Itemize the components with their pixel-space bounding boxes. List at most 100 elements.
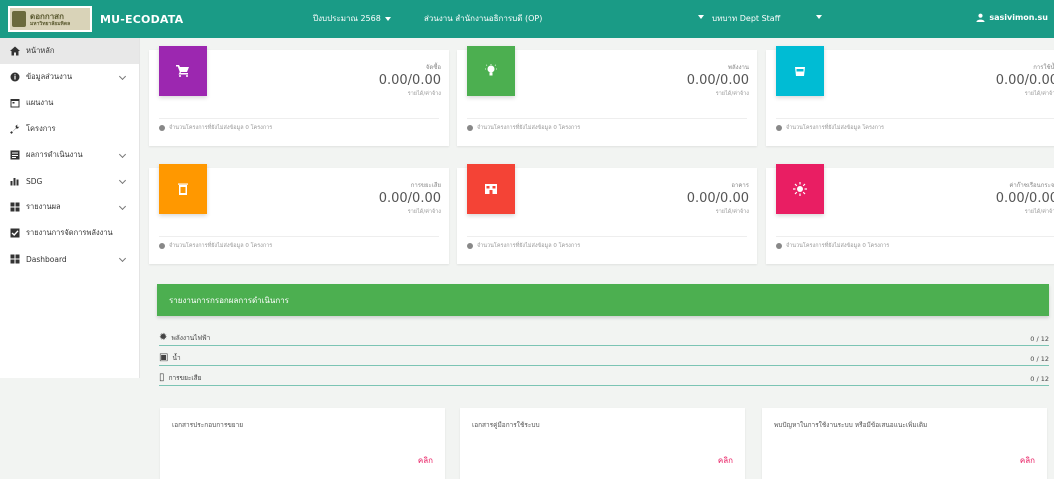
report-panel: รายงานการกรอกผลการดำเนินการ ✹ พลังงานไฟฟ…	[149, 272, 1054, 392]
card-footer: จำนวนโครงการที่ยังไม่ส่งข้อมูล โครงการ	[776, 124, 884, 132]
card-label: ค่าก๊าซเรือนกระจก	[1009, 182, 1054, 189]
stat-card-building[interactable]: อาคาร 0.00/0.00 รายได้/ค่าจ้าง จำนวนโครง…	[457, 164, 757, 264]
building-icon	[467, 164, 515, 214]
docs-card-link[interactable]: คลิก	[418, 454, 433, 467]
card-foot-text: จำนวนโครงการที่ยังไม่ส่งข้อมูล 0 โครงการ	[477, 243, 581, 249]
manual-card-link[interactable]: คลิก	[718, 454, 733, 467]
stat-card-energy[interactable]: พลังงาน 0.00/0.00 รายได้/ค่าจ้าง จำนวนโค…	[457, 46, 757, 146]
chart-icon	[10, 150, 20, 160]
sidebar-item-home[interactable]: หน้าหลัก	[0, 38, 139, 64]
docs-card-title: เอกสารประกอบการขยาย	[172, 421, 244, 429]
report-row-water[interactable]: ▣ น้ำ 0 / 12	[159, 350, 1049, 366]
card-sub: รายได้/ค่าจ้าง	[407, 209, 441, 215]
report-row-count: 0 / 12	[1030, 375, 1049, 383]
card-sub: รายได้/ค่าจ้าง	[715, 209, 749, 215]
info-dot-icon	[467, 125, 473, 131]
card-label: อาคาร	[731, 182, 749, 189]
card-value: 0.00/0.00	[686, 73, 749, 88]
report-row-label-group: ▯ การขยะเสีย	[159, 372, 201, 383]
card-label: การใช้น้ำ	[1033, 64, 1054, 71]
sun-icon	[776, 164, 824, 214]
chevron-down-icon	[384, 16, 391, 21]
card-value: 0.00/0.00	[378, 73, 441, 88]
user-menu[interactable]: sasivimon.su	[976, 13, 1048, 22]
chevron-down-icon	[118, 254, 127, 263]
bucket-icon	[776, 46, 824, 96]
report-header: รายงานการกรอกผลการดำเนินการ	[157, 284, 1049, 316]
card-label: จัดซื้อ	[425, 64, 441, 71]
manual-card-title: เอกสารคู่มือการใช้ระบบ	[472, 421, 540, 429]
sidebar: หน้าหลัก ข้อมูลส่วนงาน แผนงาน โครงการ ผล…	[0, 38, 140, 378]
calendar-icon	[10, 98, 20, 108]
sidebar-item-reports[interactable]: รายงานผล	[0, 194, 139, 220]
bulb-icon	[467, 46, 515, 96]
sidebar-item-sdg[interactable]: SDG	[0, 168, 139, 194]
wrench-icon	[10, 124, 20, 134]
feedback-card-link[interactable]: คลิก	[1020, 454, 1035, 467]
user-icon	[976, 13, 985, 22]
report-row-count: 0 / 12	[1030, 355, 1049, 363]
info-dot-icon	[776, 243, 782, 249]
manual-card: เอกสารคู่มือการใช้ระบบ คลิก	[460, 408, 745, 479]
stat-card-waste[interactable]: การขยะเสีย 0.00/0.00 รายได้/ค่าจ้าง จำนว…	[149, 164, 449, 264]
sidebar-item-department-info[interactable]: ข้อมูลส่วนงาน	[0, 64, 139, 90]
card-foot-text: จำนวนโครงการที่ยังไม่ส่งข้อมูล 0 โครงการ	[169, 125, 273, 131]
chevron-down-icon	[118, 72, 127, 81]
info-dot-icon	[159, 243, 165, 249]
trash-icon: ▯	[159, 372, 165, 383]
card-label: การขยะเสีย	[410, 182, 441, 189]
report-row-label: พลังงานไฟฟ้า	[171, 334, 211, 342]
divider	[776, 236, 1054, 237]
grid-icon	[10, 202, 20, 212]
card-foot-text: จำนวนโครงการที่ยังไม่ส่งข้อมูล 0 โครงการ	[477, 125, 581, 131]
card-footer: จำนวนโครงการที่ยังไม่ส่งข้อมูล 0 โครงการ	[776, 242, 889, 250]
docs-card: เอกสารประกอบการขยาย คลิก	[160, 408, 445, 479]
info-dot-icon	[467, 243, 473, 249]
divider	[159, 236, 439, 237]
sidebar-item-label: แผนงาน	[26, 98, 54, 107]
sidebar-item-label: รายงานการจัดการพลังงาน	[26, 228, 113, 237]
card-foot-text: จำนวนโครงการที่ยังไม่ส่งข้อมูล 0 โครงการ	[169, 243, 273, 249]
divider	[467, 236, 747, 237]
sidebar-item-label: โครงการ	[26, 124, 56, 133]
bulb-icon: ✹	[159, 332, 168, 343]
divider	[776, 118, 1054, 119]
department-select[interactable]: ส่วนงาน สำนักงานอธิการบดี (OP)	[424, 12, 704, 25]
card-value: 0.00/0.00	[995, 191, 1054, 206]
card-footer: จำนวนโครงการที่ยังไม่ส่งข้อมูล 0 โครงการ	[159, 124, 272, 132]
logo-text: ดอกกาสก มหาวิทยาลัยมหิดล	[30, 12, 70, 27]
card-value: 0.00/0.00	[378, 191, 441, 206]
stat-card-purchase[interactable]: จัดซื้อ 0.00/0.00 รายได้/ค่าจ้าง จำนวนโค…	[149, 46, 449, 146]
feedback-card-title: พบปัญหาในการใช้งานระบบ หรือมีข้อเสนอแนะเ…	[774, 421, 928, 429]
report-row-label: การขยะเสีย	[168, 374, 202, 382]
sidebar-item-label: Dashboard	[26, 254, 67, 264]
stat-card-water[interactable]: การใช้น้ำ 0.00/0.00 รายได้/ค่าจ้าง จำนวน…	[766, 46, 1054, 146]
sidebar-item-label: รายงานผล	[26, 202, 61, 211]
cart-icon	[159, 46, 207, 96]
logo-text-line2: มหาวิทยาลัยมหิดล	[30, 20, 71, 27]
card-footer: จำนวนโครงการที่ยังไม่ส่งข้อมูล 0 โครงการ	[467, 242, 580, 250]
fiscal-year-select[interactable]: ปีงบประมาณ 2568	[313, 12, 391, 25]
stat-card-greenhouse[interactable]: ค่าก๊าซเรือนกระจก 0.00/0.00 รายได้/ค่าจ้…	[766, 164, 1054, 264]
logo-emblem-icon	[12, 11, 26, 27]
report-row-label: น้ำ	[172, 354, 181, 362]
report-row-label-group: ▣ น้ำ	[159, 352, 181, 363]
info-icon	[10, 72, 20, 82]
user-name: sasivimon.su	[989, 13, 1048, 22]
sidebar-item-plans[interactable]: แผนงาน	[0, 90, 139, 116]
sidebar-item-performance[interactable]: ผลการดำเนินงาน	[0, 142, 139, 168]
bucket-icon: ▣	[159, 352, 169, 363]
report-row-waste[interactable]: ▯ การขยะเสีย 0 / 12	[159, 370, 1049, 386]
chevron-down-icon	[698, 15, 704, 19]
sidebar-item-energy-report[interactable]: รายงานการจัดการพลังงาน	[0, 220, 139, 246]
role-select[interactable]: บทบาท Dept Staff	[712, 12, 822, 25]
card-foot-text: จำนวนโครงการที่ยังไม่ส่งข้อมูล โครงการ	[786, 125, 884, 131]
info-dot-icon	[776, 125, 782, 131]
sidebar-item-projects[interactable]: โครงการ	[0, 116, 139, 142]
card-sub: รายได้/ค่าจ้าง	[715, 91, 749, 97]
logo-text-line1: ดอกกาสก	[30, 11, 64, 21]
report-row-count: 0 / 12	[1030, 335, 1049, 343]
university-logo[interactable]: ดอกกาสก มหาวิทยาลัยมหิดล	[8, 6, 92, 32]
sidebar-item-dashboard[interactable]: Dashboard	[0, 246, 139, 272]
report-row-energy[interactable]: ✹ พลังงานไฟฟ้า 0 / 12	[159, 330, 1049, 346]
